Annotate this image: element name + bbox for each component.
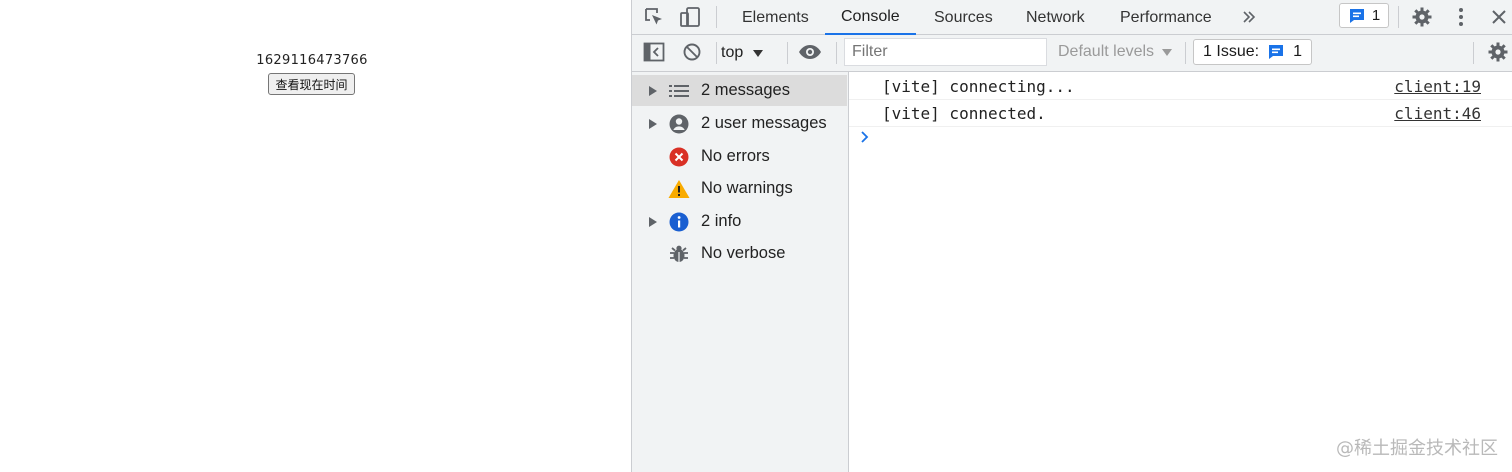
context-value: top [721, 44, 744, 61]
separator [787, 42, 788, 64]
watermark: @稀土掘金技术社区 [1336, 438, 1498, 459]
list-icon [668, 80, 690, 102]
source-link[interactable]: client:19 [1394, 77, 1481, 96]
issues-label: 1 Issue: [1203, 43, 1260, 60]
separator [716, 6, 717, 28]
error-icon [668, 146, 690, 168]
sidebar-item-errors[interactable]: No errors [632, 141, 847, 172]
timestamp-text: 1629116473766 [256, 53, 368, 68]
tab-console[interactable]: Console [825, 0, 916, 35]
context-select[interactable]: top [721, 42, 764, 64]
log-levels-label: Default levels [1058, 43, 1155, 60]
sidebar-item-label: No errors [701, 147, 770, 165]
issues-button[interactable]: 1 Issue: 1 [1193, 39, 1312, 65]
sidebar-item-label: 2 info [701, 212, 742, 230]
console-sidebar: 2 messages 2 user messages No errors No … [632, 72, 849, 472]
sidebar-item-info[interactable]: 2 info [632, 206, 847, 237]
tab-network[interactable]: Network [1010, 0, 1101, 35]
sidebar-item-label: No warnings [701, 179, 793, 197]
gear-icon[interactable] [1408, 4, 1436, 30]
device-toolbar-icon[interactable] [676, 4, 704, 30]
eye-icon[interactable] [796, 39, 824, 65]
console-message[interactable]: [vite] connected. client:46 [849, 100, 1512, 127]
tab-performance[interactable]: Performance [1104, 0, 1228, 35]
issues-count: 1 [1293, 43, 1302, 60]
dropdown-arrow-icon [1162, 48, 1173, 56]
tab-elements[interactable]: Elements [726, 0, 825, 35]
sidebar-item-verbose[interactable]: No verbose [632, 238, 847, 269]
sidebar-item-warnings[interactable]: No warnings [632, 173, 847, 204]
warning-icon [668, 178, 690, 200]
dropdown-arrow-icon [753, 49, 764, 57]
screen: 1629116473766 查看现在时间 Elements Console So… [0, 0, 1512, 472]
clear-console-icon[interactable] [678, 39, 706, 65]
log-levels-select[interactable]: Default levels [1058, 43, 1173, 61]
bug-icon [668, 243, 690, 265]
expand-arrow-icon[interactable] [648, 216, 658, 228]
sidebar-item-label: No verbose [701, 244, 786, 262]
expand-arrow-icon[interactable] [648, 85, 658, 97]
double-chevron-right-icon[interactable] [1235, 4, 1263, 30]
sidebar-item-label: 2 messages [701, 81, 790, 99]
message-icon [1269, 45, 1284, 59]
sidebar-toggle-icon[interactable] [640, 39, 668, 65]
expand-arrow-icon[interactable] [648, 118, 658, 130]
message-icon [1349, 8, 1364, 23]
console-message[interactable]: [vite] connecting... client:19 [849, 73, 1512, 100]
console-settings-gear-icon[interactable] [1484, 39, 1512, 65]
console-output: [vite] connecting... client:19 [vite] co… [849, 72, 1512, 472]
console-message-text: [vite] connected. [882, 104, 1046, 123]
devtools-tab-bar: Elements Console Sources Network Perform… [632, 0, 1512, 35]
separator [716, 42, 717, 64]
user-circle-icon [668, 113, 690, 135]
close-icon[interactable] [1485, 4, 1512, 30]
source-link[interactable]: client:46 [1394, 104, 1481, 123]
sidebar-item-user-messages[interactable]: 2 user messages [632, 108, 847, 139]
sidebar-item-label: 2 user messages [701, 114, 827, 132]
issue-count-badge[interactable]: 1 [1339, 3, 1389, 28]
info-icon [668, 211, 690, 233]
kebab-menu-icon[interactable] [1447, 4, 1475, 30]
devtools-panel: Elements Console Sources Network Perform… [631, 0, 1512, 472]
tab-sources[interactable]: Sources [918, 0, 1009, 35]
console-toolbar: top Default levels 1 Issue: 1 [632, 35, 1512, 72]
separator [1185, 42, 1186, 64]
console-message-text: [vite] connecting... [882, 77, 1075, 96]
separator [1473, 42, 1474, 64]
sidebar-item-messages[interactable]: 2 messages [632, 75, 847, 106]
webpage-viewport: 1629116473766 查看现在时间 [0, 0, 631, 472]
issue-count-text: 1 [1371, 7, 1381, 24]
separator [836, 42, 837, 64]
inspect-element-icon[interactable] [640, 4, 668, 30]
console-prompt-chevron-icon[interactable] [860, 130, 870, 148]
separator [1398, 6, 1399, 28]
show-time-button[interactable]: 查看现在时间 [268, 73, 355, 95]
filter-input[interactable] [844, 38, 1047, 66]
